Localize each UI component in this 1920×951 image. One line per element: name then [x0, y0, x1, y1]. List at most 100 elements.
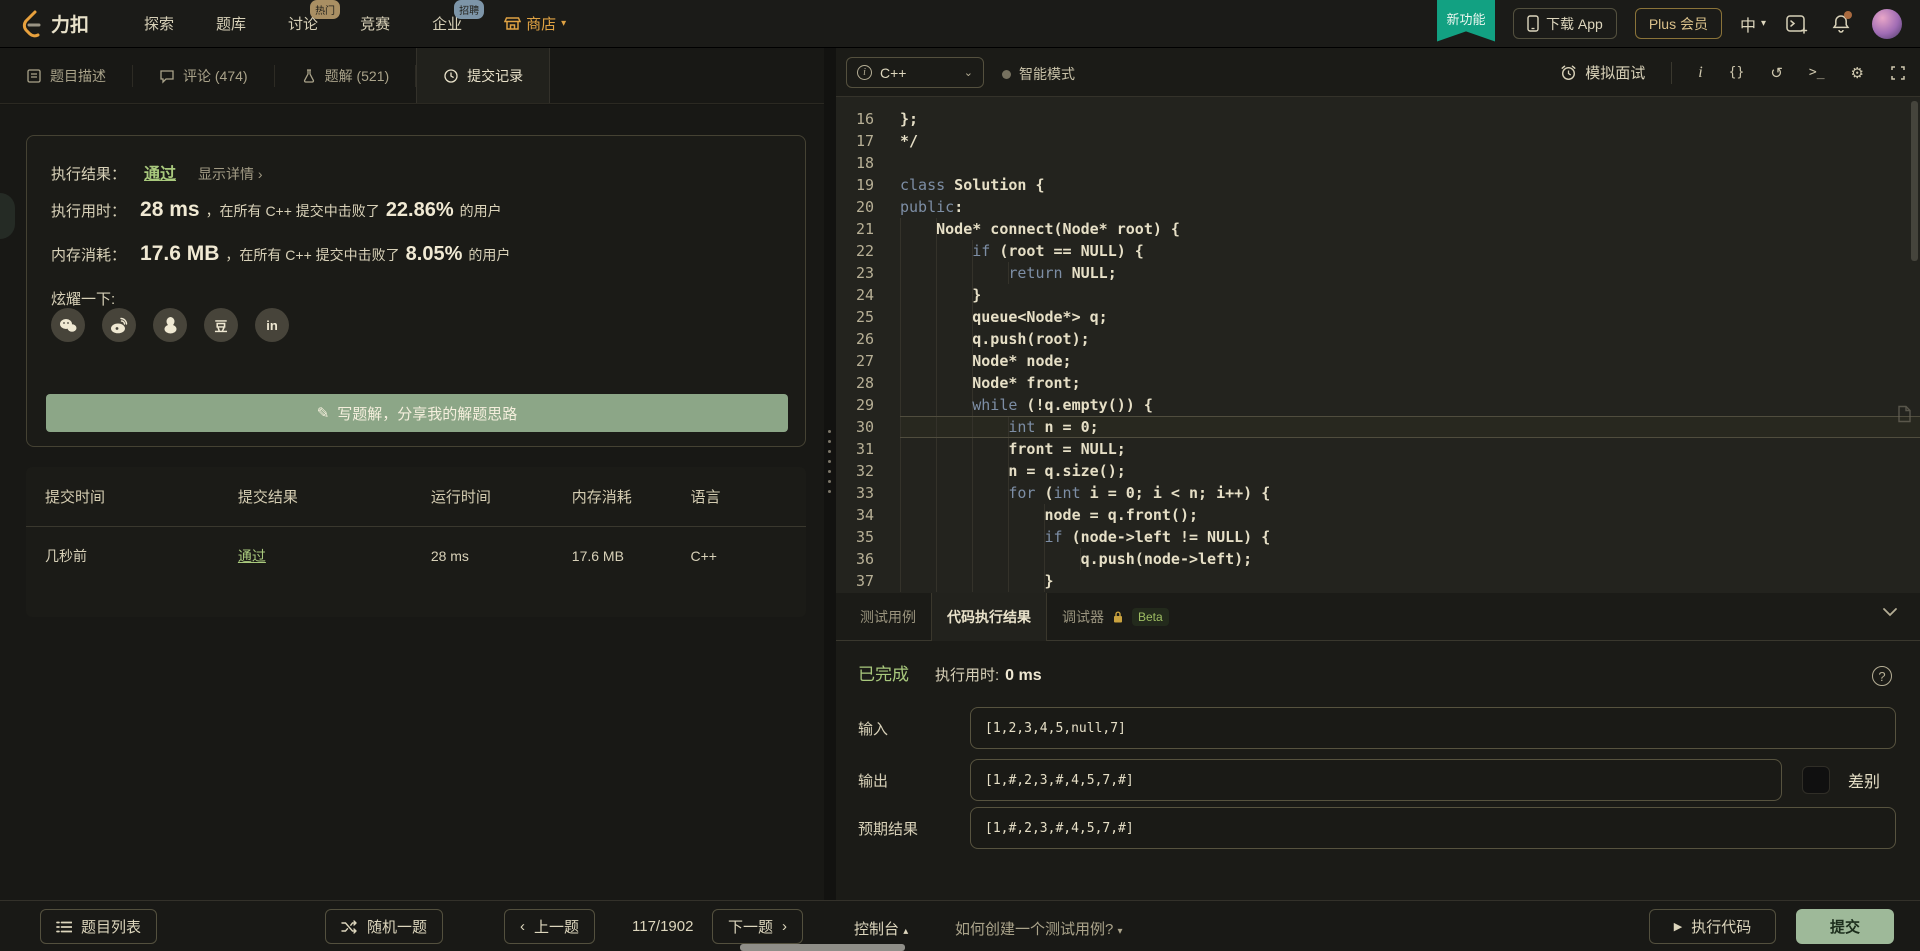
- collapse-console-icon[interactable]: [1882, 607, 1898, 617]
- code-line[interactable]: 17 */: [836, 130, 1920, 152]
- notification-dot: [1844, 10, 1852, 19]
- submit-button[interactable]: 提交: [1796, 909, 1894, 944]
- code-line[interactable]: 27 Node* node;: [836, 350, 1920, 372]
- code-text: }: [900, 570, 1920, 592]
- language-select[interactable]: i C++ ⌄: [846, 57, 984, 88]
- show-details-link[interactable]: 显示详情 ›: [198, 164, 263, 184]
- qq-share-icon[interactable]: [153, 308, 187, 342]
- code-editor[interactable]: 16}; 17 */ 18 19 class Solution {20 public: 21 …: [836, 97, 1920, 593]
- code-line[interactable]: 22 if (root == NULL) {: [836, 240, 1920, 262]
- code-text: n = q.size();: [900, 460, 1920, 482]
- code-line[interactable]: 28 Node* front;: [836, 372, 1920, 394]
- top-nav: 力扣 探索 题库 讨论 热门 竞赛 企业 招聘 商店 ▾ 新功能 下载 App Pl…: [0, 0, 1920, 48]
- runtime-beat-percent: 22.86%: [385, 199, 454, 221]
- code-line[interactable]: 30 int n = 0;: [836, 416, 1920, 438]
- user-avatar[interactable]: [1872, 8, 1902, 39]
- code-line[interactable]: 32 n = q.size();: [836, 460, 1920, 482]
- tab-description[interactable]: 题目描述: [0, 48, 132, 103]
- prev-question-button[interactable]: ‹ 上一题: [504, 909, 596, 944]
- linkedin-share-icon[interactable]: in: [255, 308, 289, 342]
- playground-icon[interactable]: [1784, 11, 1810, 37]
- diff-toggle[interactable]: [1802, 766, 1830, 794]
- expected-value-box[interactable]: [1,#,2,3,#,4,5,7,#]: [970, 807, 1896, 849]
- write-solution-button[interactable]: ✎ 写题解，分享我的解题思路: [46, 394, 788, 432]
- list-icon: [56, 920, 72, 934]
- nav-store[interactable]: 商店 ▾: [504, 13, 566, 34]
- code-line[interactable]: 31 front = NULL;: [836, 438, 1920, 460]
- side-drawer-handle[interactable]: [0, 193, 15, 239]
- console-shortcut-icon[interactable]: >_: [1809, 65, 1825, 80]
- code-line[interactable]: 21 Node* connect(Node* root) {: [836, 218, 1920, 240]
- code-line[interactable]: 19 class Solution {: [836, 174, 1920, 196]
- tab-comments[interactable]: 评论 (474): [133, 48, 274, 103]
- code-line[interactable]: 20 public:: [836, 196, 1920, 218]
- run-code-button[interactable]: ▶ 执行代码: [1649, 909, 1776, 944]
- tab-run-result[interactable]: 代码执行结果: [931, 593, 1047, 641]
- code-line[interactable]: 18: [836, 152, 1920, 174]
- diff-label[interactable]: 差别: [1848, 768, 1880, 792]
- input-value-box[interactable]: [1,2,3,4,5,null,7]: [970, 707, 1896, 749]
- console-toggle[interactable]: 控制台 ▴: [854, 918, 908, 939]
- notifications-bell-icon[interactable]: [1828, 10, 1854, 37]
- help-icon[interactable]: ?: [1872, 666, 1892, 686]
- new-feature-ribbon[interactable]: 新功能: [1437, 0, 1496, 42]
- code-line[interactable]: 16};: [836, 108, 1920, 130]
- reset-code-icon[interactable]: ↺: [1770, 64, 1783, 82]
- smart-mode[interactable]: 智能模式: [1002, 64, 1075, 84]
- code-line[interactable]: 34 node = q.front();: [836, 504, 1920, 526]
- next-question-button[interactable]: 下一题 ›: [712, 909, 804, 944]
- code-line[interactable]: 37 }: [836, 570, 1920, 592]
- status-passed-link[interactable]: 通过: [144, 160, 176, 184]
- douban-share-icon[interactable]: 豆: [204, 308, 238, 342]
- code-line[interactable]: 35 if (node->left != NULL) {: [836, 526, 1920, 548]
- line-number: 29: [855, 396, 874, 414]
- line-number: 19: [855, 176, 874, 194]
- code-line[interactable]: 29 while (!q.empty()) {: [836, 394, 1920, 416]
- editor-scrollbar[interactable]: [1911, 101, 1918, 261]
- page-corner-icon[interactable]: [1896, 405, 1912, 423]
- submission-memory: 17.6 MB: [571, 548, 624, 564]
- taskbar-peek: [740, 944, 905, 951]
- panel-resize-handle[interactable]: [824, 48, 836, 900]
- weibo-share-icon[interactable]: [102, 308, 136, 342]
- code-line[interactable]: 36 q.push(node->left);: [836, 548, 1920, 570]
- format-code-icon[interactable]: {}: [1729, 65, 1745, 80]
- code-line[interactable]: 33 for (int i = 0; i < n; i++) {: [836, 482, 1920, 504]
- download-app-button[interactable]: 下载 App: [1513, 8, 1617, 39]
- wechat-share-icon[interactable]: [51, 308, 85, 342]
- mock-interview-button[interactable]: 模拟面试: [1560, 62, 1645, 83]
- code-line[interactable]: 25 queue<Node*> q;: [836, 306, 1920, 328]
- output-value-box[interactable]: [1,#,2,3,#,4,5,7,#]: [970, 759, 1782, 801]
- code-line[interactable]: 23 return NULL;: [836, 262, 1920, 284]
- expected-field-row: 预期结果 [1,#,2,3,#,4,5,7,#]: [858, 807, 1898, 849]
- random-question-button[interactable]: 随机一题: [325, 909, 444, 944]
- info-icon: i: [857, 65, 872, 80]
- nav-contest[interactable]: 竞赛: [360, 13, 390, 34]
- nav-problems[interactable]: 题库: [216, 13, 246, 34]
- code-text: if (root == NULL) {: [900, 240, 1920, 262]
- editor-info-icon[interactable]: i: [1698, 64, 1702, 82]
- settings-gear-icon[interactable]: ⚙: [1851, 64, 1864, 82]
- code-line[interactable]: 26 q.push(root);: [836, 328, 1920, 350]
- tab-solutions[interactable]: 题解 (521): [275, 48, 416, 103]
- fullscreen-icon[interactable]: [1890, 65, 1906, 81]
- nav-enterprise[interactable]: 企业 招聘: [432, 0, 485, 34]
- nav-explore[interactable]: 探索: [144, 13, 174, 34]
- tab-testcase[interactable]: 测试用例: [845, 593, 931, 640]
- plus-member-button[interactable]: Plus 会员: [1634, 8, 1722, 39]
- nav-discuss[interactable]: 讨论 热门: [288, 0, 341, 34]
- line-number: 22: [855, 242, 874, 260]
- tab-debugger[interactable]: 调试器 Beta: [1047, 593, 1184, 640]
- testcase-help-link[interactable]: 如何创建一个测试用例? ▾: [955, 918, 1123, 939]
- problem-list-button[interactable]: 题目列表: [40, 909, 158, 944]
- language-switcher[interactable]: 中 ▾: [1740, 12, 1766, 36]
- tab-submissions[interactable]: 提交记录: [416, 48, 551, 103]
- line-number: 34: [855, 506, 874, 524]
- code-text: front = NULL;: [900, 438, 1920, 460]
- line-number: 25: [855, 308, 874, 326]
- leetcode-logo[interactable]: 力扣: [18, 9, 89, 39]
- code-line[interactable]: 24 }: [836, 284, 1920, 306]
- submission-row[interactable]: 几秒前 通过 28 ms 17.6 MB C++: [26, 527, 806, 585]
- submission-result-link[interactable]: 通过: [238, 546, 431, 566]
- beta-badge: Beta: [1132, 607, 1169, 626]
